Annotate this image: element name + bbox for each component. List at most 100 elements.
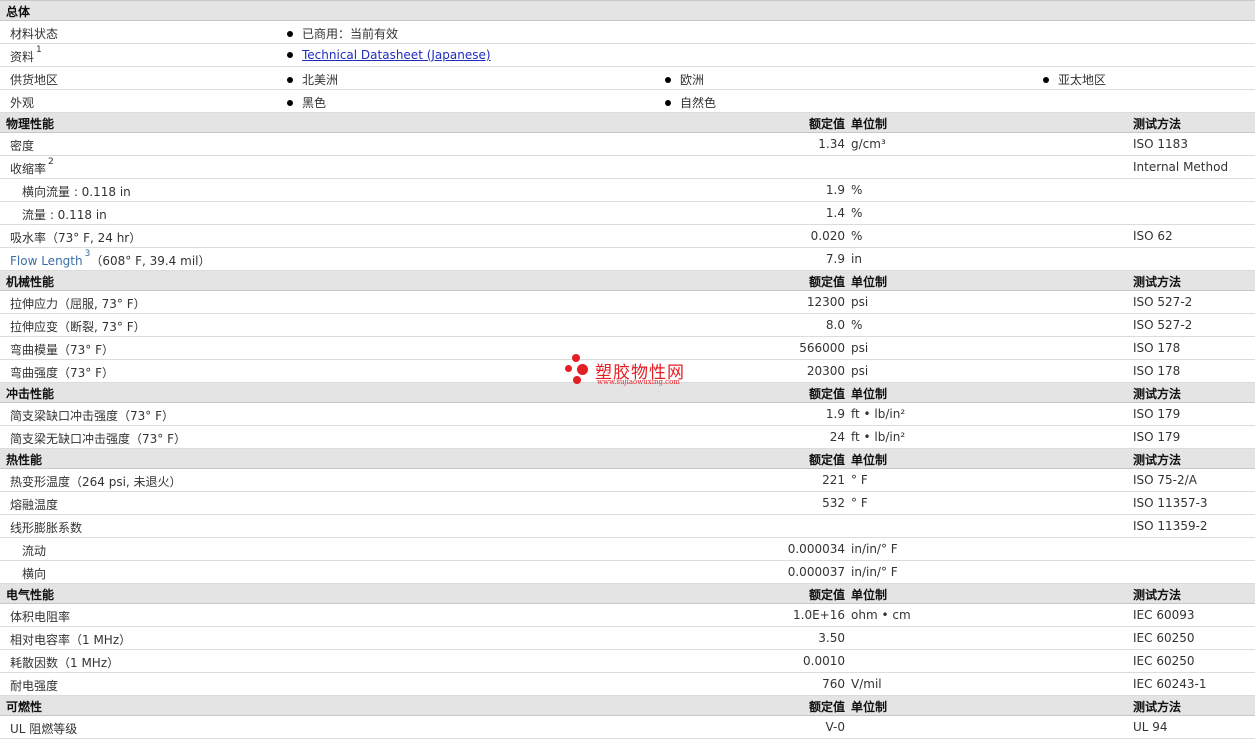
property-unit: in/in/° F — [851, 542, 898, 556]
section-title: 冲击性能 — [6, 387, 55, 401]
column-header-value: 额定值 — [808, 453, 845, 467]
property-value: 1.34 — [818, 137, 845, 151]
property-unit: psi — [851, 364, 869, 378]
table-row: 体积电阻率 1.0E+16 ohm • cm IEC 60093 — [0, 604, 1255, 627]
test-method: ISO 178 — [1133, 341, 1181, 355]
property-name: UL 阻燃等级 — [10, 722, 78, 736]
column-header-method: 测试方法 — [1133, 588, 1182, 602]
test-method: ISO 11359-2 — [1133, 519, 1208, 533]
property-value: 24 — [829, 430, 845, 444]
section-title: 可燃性 — [6, 700, 43, 714]
table-row: 吸水率（73° F, 24 hr） 0.020 % ISO 62 — [0, 225, 1255, 248]
property-value: 0.000037 — [787, 565, 845, 579]
test-method: Internal Method — [1133, 160, 1229, 174]
bullet-icon — [287, 31, 293, 37]
column-header-unit: 单位制 — [851, 117, 888, 131]
column-header-value: 额定值 — [808, 275, 845, 289]
section-header-flammability: 可燃性 额定值 单位制 测试方法 — [0, 696, 1255, 716]
property-name: 流量 : 0.118 in — [22, 208, 107, 222]
property-name: 热变形温度（264 psi, 未退火） — [10, 475, 182, 489]
property-name: Flow Length 3（608° F, 39.4 mil） — [10, 249, 211, 268]
column-header-unit: 单位制 — [851, 387, 888, 401]
property-value: 566000 — [799, 341, 845, 355]
test-method: ISO 62 — [1133, 229, 1173, 243]
property-value: V-0 — [825, 720, 845, 734]
column-header-method: 测试方法 — [1133, 387, 1182, 401]
table-row: 外观 黑色 自然色 — [0, 90, 1255, 113]
test-method: IEC 60250 — [1133, 654, 1195, 668]
bullet-item: 已商用：当前有效 — [287, 25, 398, 42]
property-name: 材料状态 — [10, 27, 59, 41]
column-header-unit: 单位制 — [851, 453, 888, 467]
table-row: 相对电容率（1 MHz） 3.50 IEC 60250 — [0, 627, 1255, 650]
property-value: 7.9 — [825, 252, 845, 266]
property-name: 资料 1 — [10, 45, 42, 64]
table-row: 密度 1.34 g/cm³ ISO 1183 — [0, 133, 1255, 156]
property-unit: ohm • cm — [851, 608, 911, 622]
test-method: ISO 179 — [1133, 430, 1181, 444]
section-title: 总体 — [6, 5, 31, 19]
technical-datasheet-link[interactable]: Technical Datasheet (Japanese) — [302, 48, 491, 62]
bullet-icon — [287, 52, 293, 58]
property-name: 耐电强度 — [10, 679, 59, 693]
table-row: 材料状态 已商用：当前有效 — [0, 21, 1255, 44]
property-value: 0.0010 — [803, 654, 845, 668]
column-header-unit: 单位制 — [851, 588, 888, 602]
test-method: ISO 527-2 — [1133, 318, 1193, 332]
property-unit: ° F — [851, 496, 868, 510]
column-header-method: 测试方法 — [1133, 700, 1182, 714]
property-name: 体积电阻率 — [10, 610, 71, 624]
property-name: 横向 — [22, 567, 47, 581]
table-row: 流动 0.000034 in/in/° F — [0, 538, 1255, 561]
column-header-value: 额定值 — [808, 117, 845, 131]
table-row: Flow Length 3（608° F, 39.4 mil） 7.9 in — [0, 248, 1255, 271]
section-title: 机械性能 — [6, 275, 55, 289]
property-name: 流动 — [22, 544, 47, 558]
section-header-electrical: 电气性能 额定值 单位制 测试方法 — [0, 584, 1255, 604]
bullet-icon — [665, 77, 671, 83]
property-unit: psi — [851, 341, 869, 355]
property-unit: in — [851, 252, 862, 266]
test-method: ISO 527-2 — [1133, 295, 1193, 309]
section-title: 物理性能 — [6, 117, 55, 131]
property-name: 耗散因数（1 MHz） — [10, 656, 120, 670]
table-row: 收缩率 2 Internal Method — [0, 156, 1255, 179]
bullet-item: 自然色 — [665, 94, 716, 111]
property-name: 外观 — [10, 96, 35, 110]
property-value: 20300 — [806, 364, 845, 378]
bullet-item: Technical Datasheet (Japanese) — [287, 48, 491, 62]
test-method: IEC 60093 — [1133, 608, 1195, 622]
column-header-unit: 单位制 — [851, 700, 888, 714]
property-value: 760 — [822, 677, 845, 691]
property-value: 12300 — [806, 295, 845, 309]
property-unit: ft • lb/in² — [851, 407, 906, 421]
column-header-unit: 单位制 — [851, 275, 888, 289]
section-title: 电气性能 — [6, 588, 55, 602]
property-name: 相对电容率（1 MHz） — [10, 633, 132, 647]
property-unit: % — [851, 206, 863, 220]
property-name: 简支梁无缺口冲击强度（73° F） — [10, 432, 186, 446]
test-method: ISO 11357-3 — [1133, 496, 1208, 510]
column-header-value: 额定值 — [808, 700, 845, 714]
property-value: 1.9 — [825, 183, 845, 197]
table-row: 供货地区 北美洲 欧洲 亚太地区 — [0, 67, 1255, 90]
table-row: 线形膨胀系数 ISO 11359-2 — [0, 515, 1255, 538]
property-name: 简支梁缺口冲击强度（73° F） — [10, 409, 174, 423]
column-header-method: 测试方法 — [1133, 117, 1182, 131]
section-header-general: 总体 — [0, 1, 1255, 21]
bullet-icon — [287, 100, 293, 106]
property-unit: ft • lb/in² — [851, 430, 906, 444]
property-value: 1.4 — [825, 206, 845, 220]
property-unit: % — [851, 229, 863, 243]
section-header-physical: 物理性能 额定值 单位制 测试方法 — [0, 113, 1255, 133]
property-value: 221 — [822, 473, 845, 487]
table-row: 拉伸应力（屈服, 73° F） 12300 psi ISO 527-2 — [0, 291, 1255, 314]
table-row: 横向 0.000037 in/in/° F — [0, 561, 1255, 584]
column-header-method: 测试方法 — [1133, 453, 1182, 467]
section-header-mechanical: 机械性能 额定值 单位制 测试方法 — [0, 271, 1255, 291]
property-unit: psi — [851, 295, 869, 309]
bullet-item: 黑色 — [287, 94, 326, 111]
bullet-item: 亚太地区 — [1043, 71, 1106, 88]
property-name: 弯曲强度（73° F） — [10, 366, 114, 380]
test-method: UL 94 — [1133, 720, 1168, 734]
